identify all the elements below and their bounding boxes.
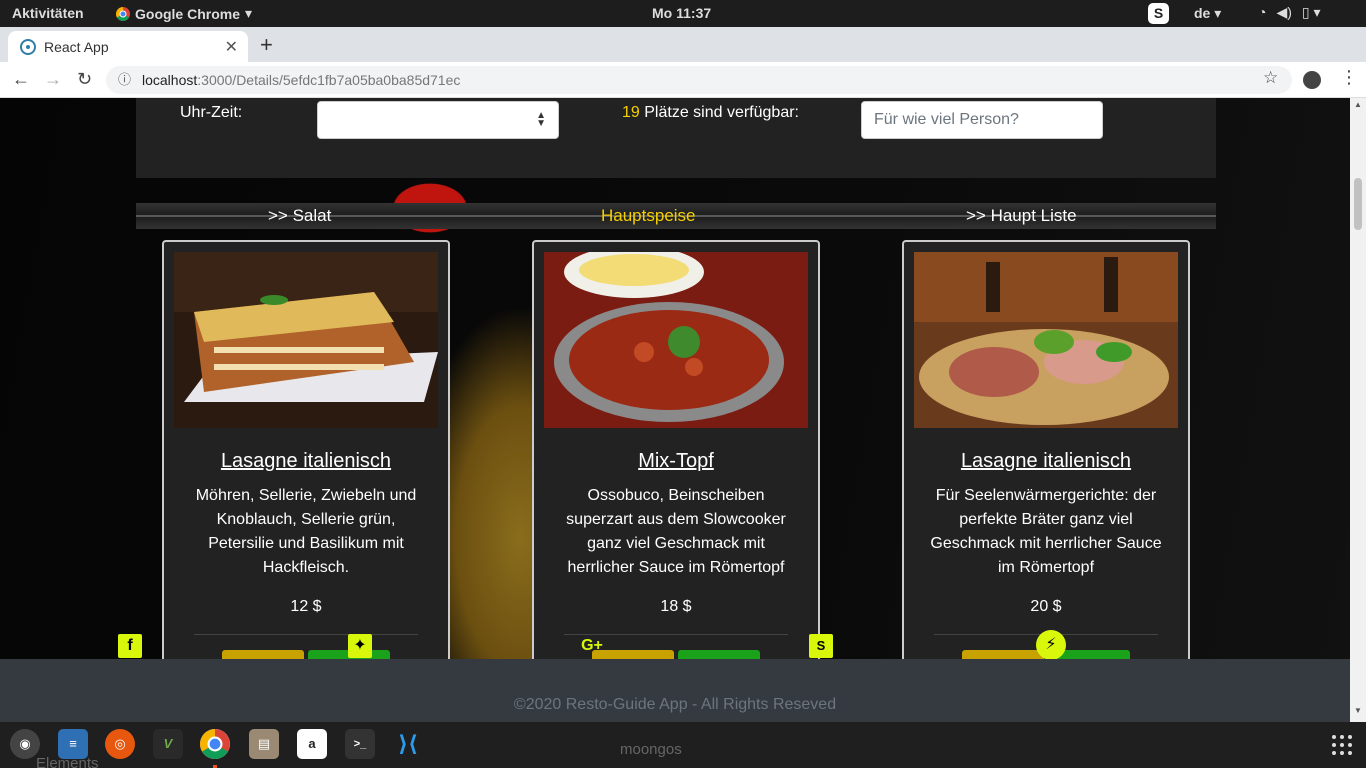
page-viewport: Uhr-Zeit: ▲ ▼ 19 Plätze sind verfügbar: F…	[0, 98, 1350, 659]
scroll-down-icon[interactable]: ▼	[1354, 706, 1362, 715]
tab-strip: React App ✕ +	[0, 27, 1366, 62]
disks-icon[interactable]: ◉	[10, 729, 40, 759]
lang-label: de	[1194, 5, 1211, 21]
persons-input[interactable]: Für wie viel Person?	[861, 101, 1103, 139]
skype-icon[interactable]: S	[809, 634, 833, 658]
dish-price: 20 $	[1030, 598, 1062, 615]
url-field[interactable]: ⓘ localhost:3000/Details/5efdc1fb7a05ba0…	[106, 66, 1292, 94]
back-icon[interactable]: ←	[12, 69, 30, 90]
new-tab-button[interactable]: +	[260, 32, 273, 58]
reload-icon[interactable]: ↻	[77, 69, 92, 90]
dish-image	[544, 252, 808, 428]
address-bar-row: ← → ↻ ⓘ localhost:3000/Details/5efdc1fb7…	[0, 62, 1366, 98]
activities-button[interactable]: Aktivitäten	[12, 5, 84, 21]
text-editor-icon[interactable]: ≡	[58, 729, 88, 759]
app-menu[interactable]: Google Chrome ▾	[116, 5, 252, 22]
twitter-icon[interactable]: ✦	[348, 634, 372, 658]
url-path: :3000/Details/5efdc1fb7a05ba0ba85d71ec	[197, 72, 461, 88]
bookmark-star-icon[interactable]: ☆	[1263, 68, 1278, 88]
dish-name[interactable]: Lasagne italienisch	[164, 450, 448, 473]
scroll-up-icon[interactable]: ▲	[1354, 100, 1362, 109]
dish-description: Möhren, Sellerie, Zwiebeln und Knoblauch…	[195, 487, 417, 576]
clock[interactable]: Mo 11:37	[652, 5, 711, 21]
select-arrows-icon: ▲ ▼	[536, 110, 546, 129]
wifi-icon: ◔	[1258, 4, 1267, 20]
dish-card: Lasagne italienisch Für Seelenwärmergeri…	[902, 240, 1190, 659]
seats-count: 19	[622, 104, 640, 121]
details-button[interactable]	[678, 650, 760, 659]
facebook-icon[interactable]: f	[118, 634, 142, 658]
divider	[194, 634, 418, 635]
google-plus-icon[interactable]: G+	[576, 634, 608, 658]
close-tab-icon[interactable]: ✕	[225, 37, 238, 57]
show-applications-icon[interactable]	[1332, 735, 1352, 755]
dish-price: 18 $	[660, 598, 692, 615]
page-scrollbar[interactable]: ▲ ▼	[1350, 98, 1366, 722]
system-top-bar: Aktivitäten Google Chrome ▾ Mo 11:37 S d…	[0, 0, 1366, 27]
category-nav: >> Salat Hauptspeise >> Haupt Liste	[136, 203, 1216, 229]
terminal-icon[interactable]: >_	[345, 729, 375, 759]
dish-description: Für Seelenwärmergerichte: der perfekte B…	[930, 487, 1162, 576]
info-icon: ⓘ	[118, 72, 132, 87]
vim-icon[interactable]: V	[153, 729, 183, 759]
dish-card: Lasagne italienisch Möhren, Sellerie, Zw…	[162, 240, 450, 659]
category-link-salat[interactable]: >> Salat	[268, 206, 331, 226]
desktop-label-moongos: moongos	[620, 741, 682, 758]
chevron-down-icon: ▾	[245, 5, 253, 21]
battery-icon: ▯ ▾	[1301, 4, 1321, 20]
category-link-hauptspeise[interactable]: Hauptspeise	[601, 206, 696, 226]
tab-title: React App	[44, 39, 109, 55]
dish-price: 12 $	[290, 598, 322, 615]
time-select[interactable]: ▲ ▼	[317, 101, 559, 139]
keyboard-layout[interactable]: de ▾	[1194, 5, 1221, 22]
seats-label: Plätze sind verfügbar:	[639, 104, 799, 121]
time-label: Uhr-Zeit:	[180, 104, 243, 121]
taskbar-dock: Elements moongos ◉ ≡ ◎ V ▤ a >_ ⟩⟨	[0, 722, 1366, 768]
archive-manager-icon[interactable]: ▤	[249, 729, 279, 759]
category-link-haupt-liste[interactable]: >> Haupt Liste	[966, 206, 1077, 226]
page-footer: ©2020 Resto-Guide App - All Rights Resev…	[0, 659, 1350, 722]
dish-description: Ossobuco, Beinscheiben superzart aus dem…	[566, 487, 786, 576]
firefox-icon[interactable]: ◎	[105, 729, 135, 759]
vscode-icon[interactable]: ⟩⟨	[393, 729, 423, 759]
dish-image	[914, 252, 1178, 428]
system-tray[interactable]: ◔ ◀) ▯ ▾	[1258, 4, 1321, 21]
dish-name[interactable]: Lasagne italienisch	[904, 450, 1188, 473]
seats-available-text: 19 Plätze sind verfügbar:	[622, 104, 799, 122]
dish-name[interactable]: Mix-Topf	[534, 450, 818, 473]
order-button[interactable]	[962, 650, 1044, 659]
booking-panel: Uhr-Zeit: ▲ ▼ 19 Plätze sind verfügbar: F…	[136, 98, 1216, 178]
volume-icon: ◀)	[1276, 4, 1292, 20]
app-name: Google Chrome	[135, 5, 241, 22]
url-host: localhost	[142, 72, 198, 88]
chrome-menu-icon[interactable]: ⋮	[1340, 67, 1358, 88]
chrome-dock-icon[interactable]	[200, 729, 230, 759]
skype-tray-icon[interactable]: S	[1148, 3, 1169, 24]
dish-image	[174, 252, 438, 428]
browser-tab[interactable]: React App ✕	[8, 31, 248, 62]
chrome-icon	[116, 6, 130, 21]
copyright-text: ©2020 Resto-Guide App - All Rights Resev…	[513, 696, 837, 713]
dish-card: Mix-Topf Ossobuco, Beinscheiben superzar…	[532, 240, 820, 659]
account-avatar-icon[interactable]	[1303, 71, 1321, 89]
messenger-icon[interactable]: ⚡	[1036, 630, 1066, 659]
scrollbar-thumb[interactable]	[1354, 178, 1362, 230]
forward-icon[interactable]: →	[44, 69, 62, 90]
order-button[interactable]	[222, 650, 304, 659]
amazon-icon[interactable]: a	[297, 729, 327, 759]
react-icon	[20, 39, 36, 55]
